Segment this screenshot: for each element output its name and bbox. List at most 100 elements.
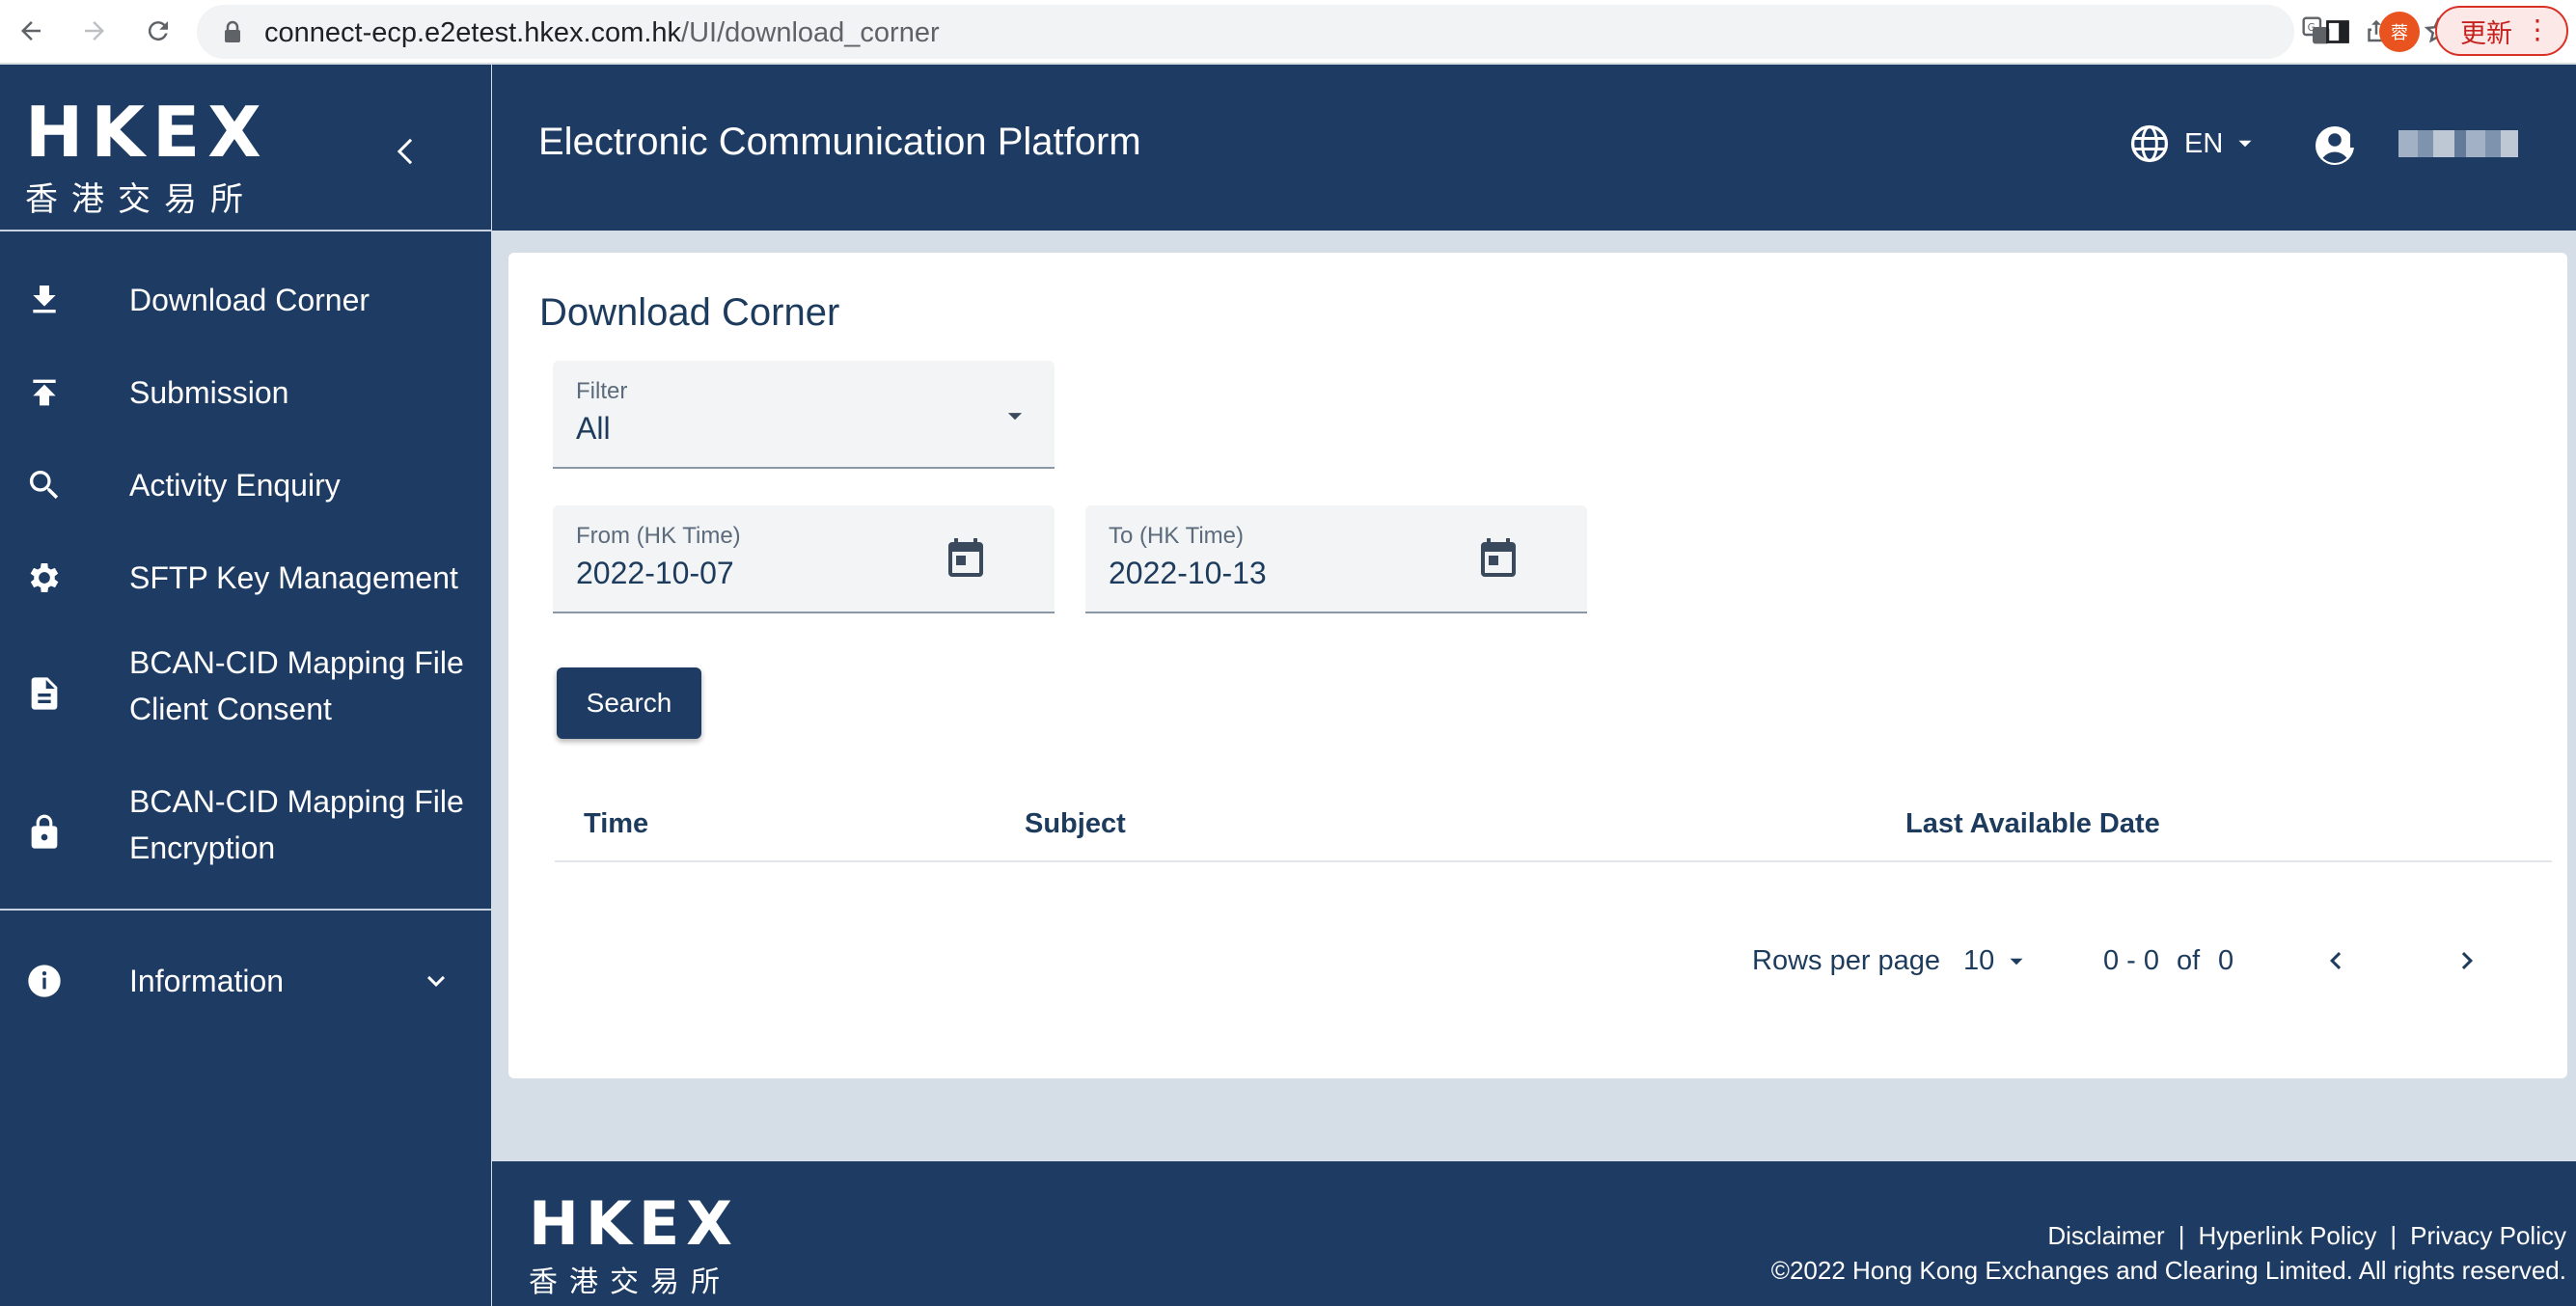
chevron-left-icon: [2330, 952, 2342, 969]
footer-hkex-logo: HKEX 香港交易所: [529, 1194, 739, 1300]
profile-avatar[interactable]: 蓉: [2379, 12, 2420, 52]
lock-icon: [21, 809, 68, 856]
from-date-label: From (HK Time): [576, 523, 741, 549]
upload-icon: [21, 369, 68, 416]
table-header-divider: [555, 860, 2552, 862]
reload-button[interactable]: [137, 10, 179, 52]
footer-links: Disclaimer | Hyperlink Policy | Privacy …: [2047, 1221, 2566, 1251]
from-date-value: 2022-10-07: [576, 556, 734, 590]
hyperlink-policy-link[interactable]: Hyperlink Policy: [2198, 1221, 2376, 1251]
search-button[interactable]: Search: [557, 667, 701, 739]
filter-value: All: [576, 411, 611, 446]
user-account-button[interactable]: [2314, 122, 2360, 174]
url-path: /UI/download_corner: [681, 17, 940, 48]
caret-down-icon: [2238, 140, 2252, 148]
sidebar-item-activity-enquiry[interactable]: Activity Enquiry: [0, 454, 491, 516]
disclaimer-link[interactable]: Disclaimer: [2047, 1221, 2164, 1251]
sidebar: HKEX 香港交易所 Download Corner Submission Ac…: [0, 65, 491, 1306]
gear-icon: [21, 555, 68, 601]
sidebar-divider: [0, 909, 491, 911]
address-bar[interactable]: connect-ecp.e2etest.hkex.com.hk/UI/downl…: [197, 5, 2453, 59]
search-icon: [21, 462, 68, 508]
page-title: Electronic Communication Platform: [538, 121, 1141, 163]
pagination-of-label: of: [2177, 945, 2201, 976]
rows-per-page-value: 10: [1963, 945, 1995, 976]
chevron-down-icon: [419, 964, 453, 1003]
update-button[interactable]: 更新 ⋮: [2435, 6, 2568, 56]
chevron-left-icon: [397, 138, 413, 165]
more-vert-icon: ⋮: [2524, 14, 2551, 44]
download-icon: [21, 277, 68, 323]
update-label: 更新: [2460, 18, 2512, 48]
rows-per-page-select[interactable]: 10: [1963, 945, 2029, 977]
pagination-total: 0: [2218, 945, 2234, 976]
sidebar-item-bcan-cid-client-consent[interactable]: BCAN-CID Mapping File Client Consent: [0, 639, 491, 748]
calendar-icon[interactable]: [943, 534, 989, 581]
svg-text:G: G: [2308, 21, 2316, 34]
previous-page-button[interactable]: [2315, 939, 2357, 982]
user-name-redacted: [2398, 130, 2518, 157]
sidebar-divider: [0, 230, 491, 231]
footer-logo-latin-text: HKEX: [529, 1188, 740, 1259]
filter-label: Filter: [576, 378, 628, 404]
forward-arrow-icon: [85, 21, 104, 41]
collapse-sidebar-button[interactable]: [390, 122, 425, 180]
sidebar-item-label: Client Consent: [129, 692, 332, 726]
sidebar-item-label: Download Corner: [129, 283, 370, 317]
sidebar-item-information[interactable]: Information: [0, 950, 491, 1012]
to-date-field[interactable]: To (HK Time) 2022-10-13: [1085, 505, 1587, 613]
back-button[interactable]: [10, 10, 52, 52]
url-host: connect-ecp.e2etest.hkex.com.hk: [264, 17, 682, 48]
sidebar-item-label: Information: [129, 964, 285, 998]
account-icon: [2316, 126, 2358, 165]
column-header-time[interactable]: Time: [584, 808, 648, 840]
side-panel-icon: [2326, 20, 2349, 43]
footer-separator: |: [2390, 1221, 2398, 1250]
calendar-icon[interactable]: [1475, 534, 1521, 581]
document-icon: [21, 670, 68, 717]
footer-separator: |: [2178, 1221, 2185, 1250]
sidebar-item-label: Activity Enquiry: [129, 468, 341, 503]
to-date-value: 2022-10-13: [1109, 556, 1267, 590]
caret-down-icon: [2010, 958, 2023, 965]
sidebar-item-label: BCAN-CID Mapping File: [129, 645, 464, 680]
sidebar-item-sftp-key-management[interactable]: SFTP Key Management: [0, 547, 491, 609]
column-header-last-available-date[interactable]: Last Available Date: [1905, 808, 2160, 840]
language-label: EN: [2184, 127, 2224, 159]
language-selector[interactable]: EN: [2128, 122, 2258, 165]
column-header-subject[interactable]: Subject: [1025, 808, 1126, 840]
side-panel-button[interactable]: [2317, 12, 2358, 52]
sidebar-item-label: SFTP Key Management: [129, 560, 458, 595]
footer-logo-cjk-text: 香港交易所: [529, 1265, 731, 1299]
sidebar-item-label: Submission: [129, 375, 289, 410]
section-title: Download Corner: [539, 291, 840, 334]
filter-select[interactable]: Filter All: [553, 361, 1055, 469]
browser-toolbar: connect-ecp.e2etest.hkex.com.hk/UI/downl…: [0, 0, 2576, 64]
hkex-logo[interactable]: HKEX 香港交易所: [25, 97, 269, 220]
back-arrow-icon: [21, 21, 41, 41]
pagination-range: 0 - 0: [2103, 945, 2160, 976]
logo-latin-text: HKEX: [25, 92, 269, 173]
forward-button[interactable]: [73, 10, 116, 52]
caret-down-icon: [1007, 413, 1023, 421]
sidebar-item-bcan-cid-encryption[interactable]: BCAN-CID Mapping File Encryption: [0, 778, 491, 886]
to-date-label: To (HK Time): [1109, 523, 1245, 549]
url-text: connect-ecp.e2etest.hkex.com.hk/UI/downl…: [264, 17, 940, 49]
app-header: Electronic Communication Platform EN: [492, 65, 2576, 231]
privacy-policy-link[interactable]: Privacy Policy: [2410, 1221, 2566, 1251]
sidebar-item-submission[interactable]: Submission: [0, 362, 491, 423]
chevron-right-icon: [2461, 952, 2473, 969]
info-icon: [21, 958, 68, 1004]
sidebar-item-label: BCAN-CID Mapping File: [129, 784, 464, 819]
from-date-field[interactable]: From (HK Time) 2022-10-07: [553, 505, 1055, 613]
reload-icon: [148, 21, 168, 41]
page-footer: HKEX 香港交易所 Disclaimer | Hyperlink Policy…: [492, 1161, 2576, 1306]
rows-per-page-label: Rows per page: [1752, 945, 1941, 976]
logo-cjk-text: 香港交易所: [25, 180, 257, 219]
next-page-button[interactable]: [2446, 939, 2488, 982]
copyright-text: ©2022 Hong Kong Exchanges and Clearing L…: [1770, 1256, 2566, 1285]
download-corner-card: Download Corner Filter All From (HK Time…: [508, 253, 2567, 1078]
globe-icon: [2130, 124, 2169, 163]
sidebar-item-label: Encryption: [129, 830, 276, 865]
sidebar-item-download-corner[interactable]: Download Corner: [0, 269, 491, 331]
